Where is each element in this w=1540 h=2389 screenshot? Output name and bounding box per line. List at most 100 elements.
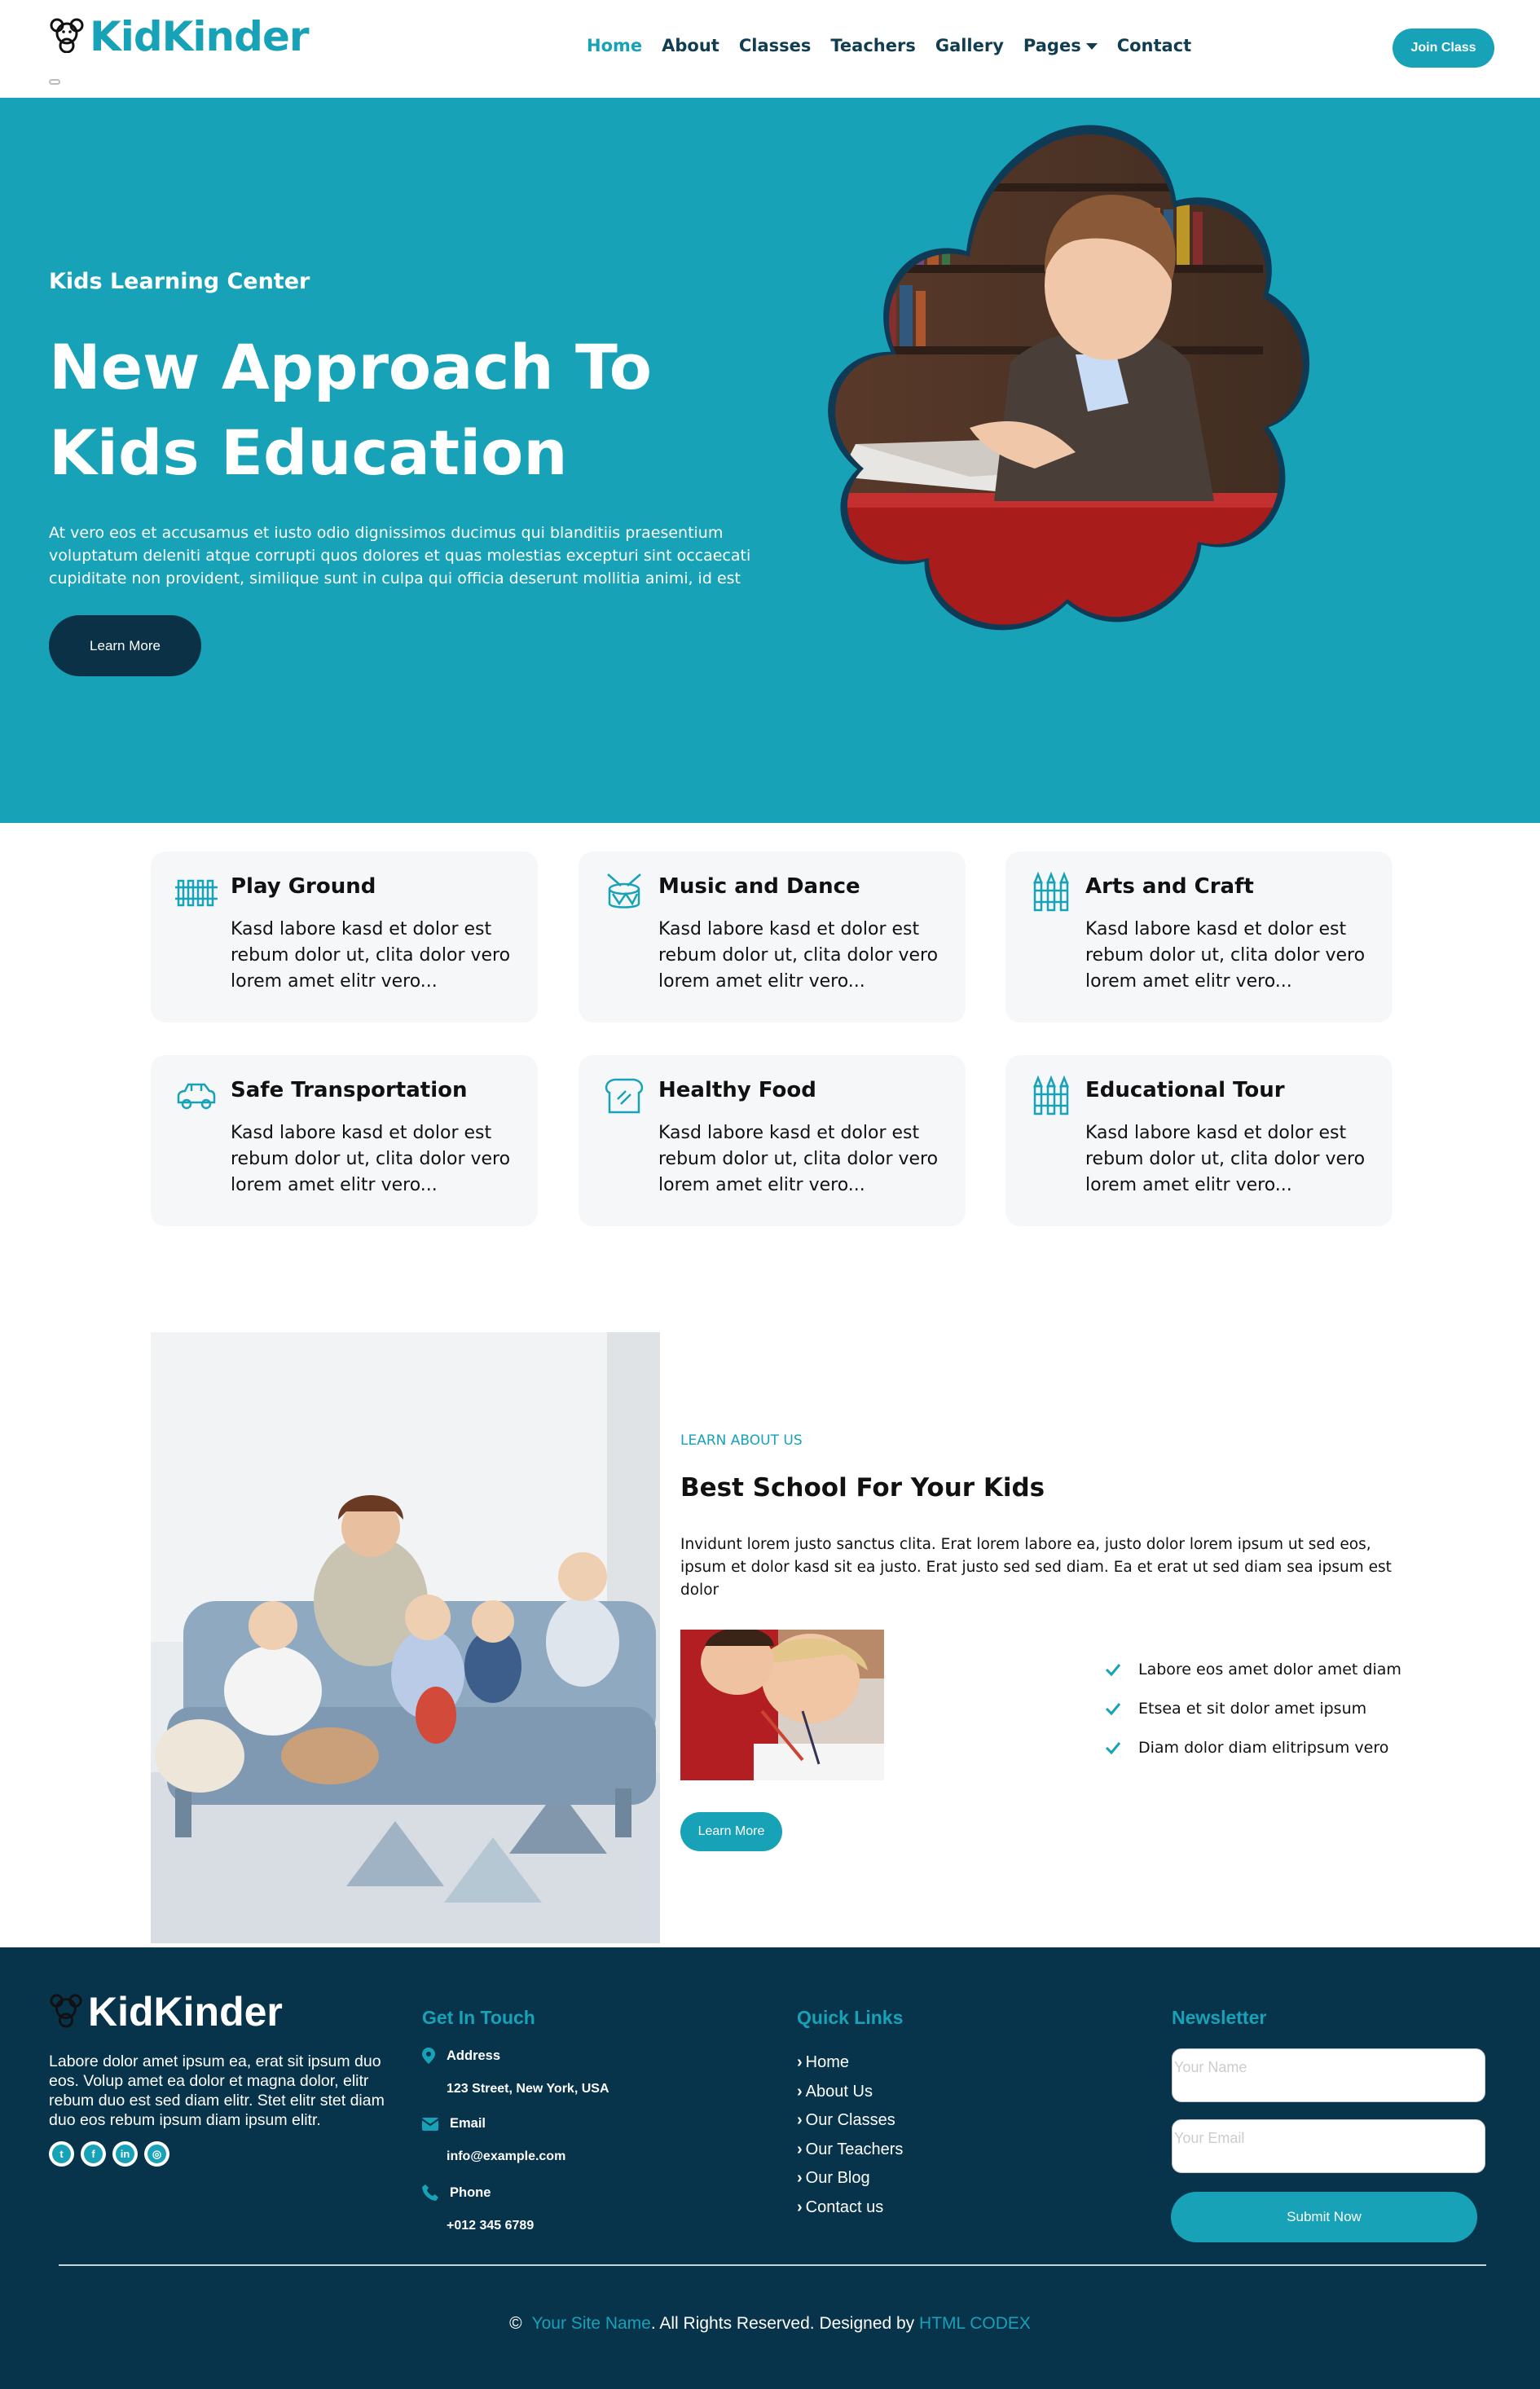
checklist-item: Labore eos amet dolor amet diam [1104,1650,1401,1689]
nav-about[interactable]: About [662,36,719,55]
crayons-icon [1030,1075,1072,1117]
brand-name: KidKinder [90,13,310,60]
check-icon [1104,1661,1122,1678]
checklist-item: Etsea et sit dolor amet ipsum [1104,1689,1401,1728]
quick-link-contact-us[interactable]: › Contact us [797,2193,903,2223]
contact-email: Email info@example.com [422,2116,565,2164]
email-value[interactable]: info@example.com [447,2149,565,2164]
checklist-text: Etsea et sit dolor amet ipsum [1138,1700,1367,1718]
brand-logo[interactable]: KidKinder [49,13,310,60]
newsletter-name-input[interactable]: Your Name [1172,2048,1485,2102]
quick-link-our-teachers[interactable]: › Our Teachers [797,2136,903,2165]
facility-card-educational-tour: Educational Tour Kasd labore kasd et dol… [1005,1055,1393,1226]
newsletter-submit-button[interactable]: Submit Now [1171,2192,1477,2242]
hero-learn-more-button[interactable]: Learn More [49,615,201,676]
address-label: Address [447,2048,501,2063]
footer-about-text: Labore dolor amet ipsum ea, erat sit ips… [49,2052,385,2129]
facility-text: Kasd labore kasd et dolor est rebum dolo… [1085,1123,1366,1195]
hero-title: New Approach To Kids Education [49,331,652,489]
chevron-right-icon: › [797,2169,803,2188]
nav-contact[interactable]: Contact [1117,36,1192,55]
nav-home[interactable]: Home [587,36,642,55]
checklist-text: Labore eos amet dolor amet diam [1138,1661,1401,1678]
bread-icon [603,1075,645,1117]
facility-title: Music and Dance [658,874,860,899]
contact-address: Address 123 Street, New York, USA [422,2048,609,2096]
newsletter-heading: Newsletter [1172,2007,1267,2028]
check-icon [1104,1739,1122,1757]
facebook-icon: f [84,2145,103,2163]
site-name-link[interactable]: Your Site Name [532,2314,651,2334]
facility-text: Kasd labore kasd et dolor est rebum dolo… [658,1123,939,1195]
facility-card-safe-transportation: Safe Transportation Kasd labore kasd et … [151,1055,538,1226]
twitter-link[interactable]: t [49,2141,74,2167]
facility-card-arts-and-craft: Arts and Craft Kasd labore kasd et dolor… [1005,851,1393,1023]
footer-brand[interactable]: KidKinder [49,1988,283,2035]
quick-link-home[interactable]: › Home [797,2048,903,2078]
drum-icon [603,871,645,913]
nav-classes[interactable]: Classes [739,36,812,55]
linkedin-link[interactable]: in [112,2141,138,2167]
designer-link[interactable]: HTML CODEX [919,2314,1031,2334]
navbar-toggler[interactable] [49,79,60,85]
facility-title: Educational Tour [1085,1078,1285,1102]
facility-card-play-ground: Play Ground Kasd labore kasd et dolor es… [151,851,538,1023]
newsletter-email-input[interactable]: Your Email [1172,2119,1485,2173]
nav-menu: Home About Classes Teachers Gallery Page… [587,36,1211,55]
nav-pages-label: Pages [1023,36,1081,55]
crayons-icon [1030,871,1072,913]
footer-divider [59,2264,1486,2266]
copyright-icon: © [509,2314,522,2333]
checklist-item: Diam dolor diam elitripsum vero [1104,1728,1401,1767]
phone-label: Phone [450,2184,491,2200]
fence-icon [175,871,218,913]
chevron-right-icon: › [797,2198,803,2216]
facility-title: Arts and Craft [1085,874,1254,899]
about-title: Best School For Your Kids [680,1473,1045,1502]
copyright-text: . All Rights Reserved. Designed by [650,2314,920,2333]
contact-phone: Phone +012 345 6789 [422,2184,534,2233]
chevron-right-icon: › [797,2082,803,2101]
social-links: t f in ◎ [49,2141,169,2167]
get-in-touch-heading: Get In Touch [422,2007,535,2028]
facilities-section: Play Ground Kasd labore kasd et dolor es… [0,823,1540,1279]
nav-pages-dropdown[interactable]: Pages [1023,36,1098,55]
caret-down-icon [1085,43,1098,50]
copyright-line: © Your Site Name. All Rights Reserved. De… [0,2314,1540,2334]
car-icon [175,1075,218,1117]
phone-icon [422,2184,438,2201]
quick-link-our-blog[interactable]: › Our Blog [797,2164,903,2193]
phone-value[interactable]: +012 345 6789 [447,2219,534,2233]
envelope-icon [422,2117,438,2131]
footer-brand-name: KidKinder [88,1989,283,2035]
hero-image-child-reading [807,118,1393,770]
facility-text: Kasd labore kasd et dolor est rebum dolo… [1085,919,1366,992]
quick-link-our-classes[interactable]: › Our Classes [797,2106,903,2136]
hero-text: At vero eos et accusamus et iusto odio d… [49,524,751,587]
about-learn-more-button[interactable]: Learn More [680,1812,782,1851]
about-image-kids-drawing [680,1630,884,1780]
about-text: Invidunt lorem justo sanctus clita. Erat… [680,1536,1392,1599]
instagram-link[interactable]: ◎ [144,2141,169,2167]
facility-title: Safe Transportation [231,1078,468,1102]
chevron-right-icon: › [797,2140,803,2158]
navbar: KidKinder Home About Classes Teachers Ga… [0,0,1540,98]
quick-links-heading: Quick Links [797,2007,904,2028]
join-class-button[interactable]: Join Class [1393,29,1494,68]
facebook-link[interactable]: f [81,2141,106,2167]
teddy-bear-icon [49,17,85,56]
quick-link-about-us[interactable]: › About Us [797,2078,903,2107]
nav-gallery[interactable]: Gallery [935,36,1004,55]
check-icon [1104,1700,1122,1718]
linkedin-icon: in [116,2145,134,2163]
about-checklist: Labore eos amet dolor amet diam Etsea et… [1104,1650,1401,1767]
twitter-icon: t [52,2145,71,2163]
hero-section: Kids Learning Center New Approach To Kid… [0,98,1540,823]
quick-links: › Home › About Us › Our Classes › Our Teache… [797,2048,903,2222]
about-section: LEARN ABOUT US Best School For Your Kids… [0,1279,1540,1947]
map-marker-icon [422,2048,435,2064]
facility-text: Kasd labore kasd et dolor est rebum dolo… [658,919,939,992]
facility-text: Kasd labore kasd et dolor est rebum dolo… [231,1123,511,1195]
about-eyebrow: LEARN ABOUT US [680,1432,803,1449]
nav-teachers[interactable]: Teachers [830,36,915,55]
